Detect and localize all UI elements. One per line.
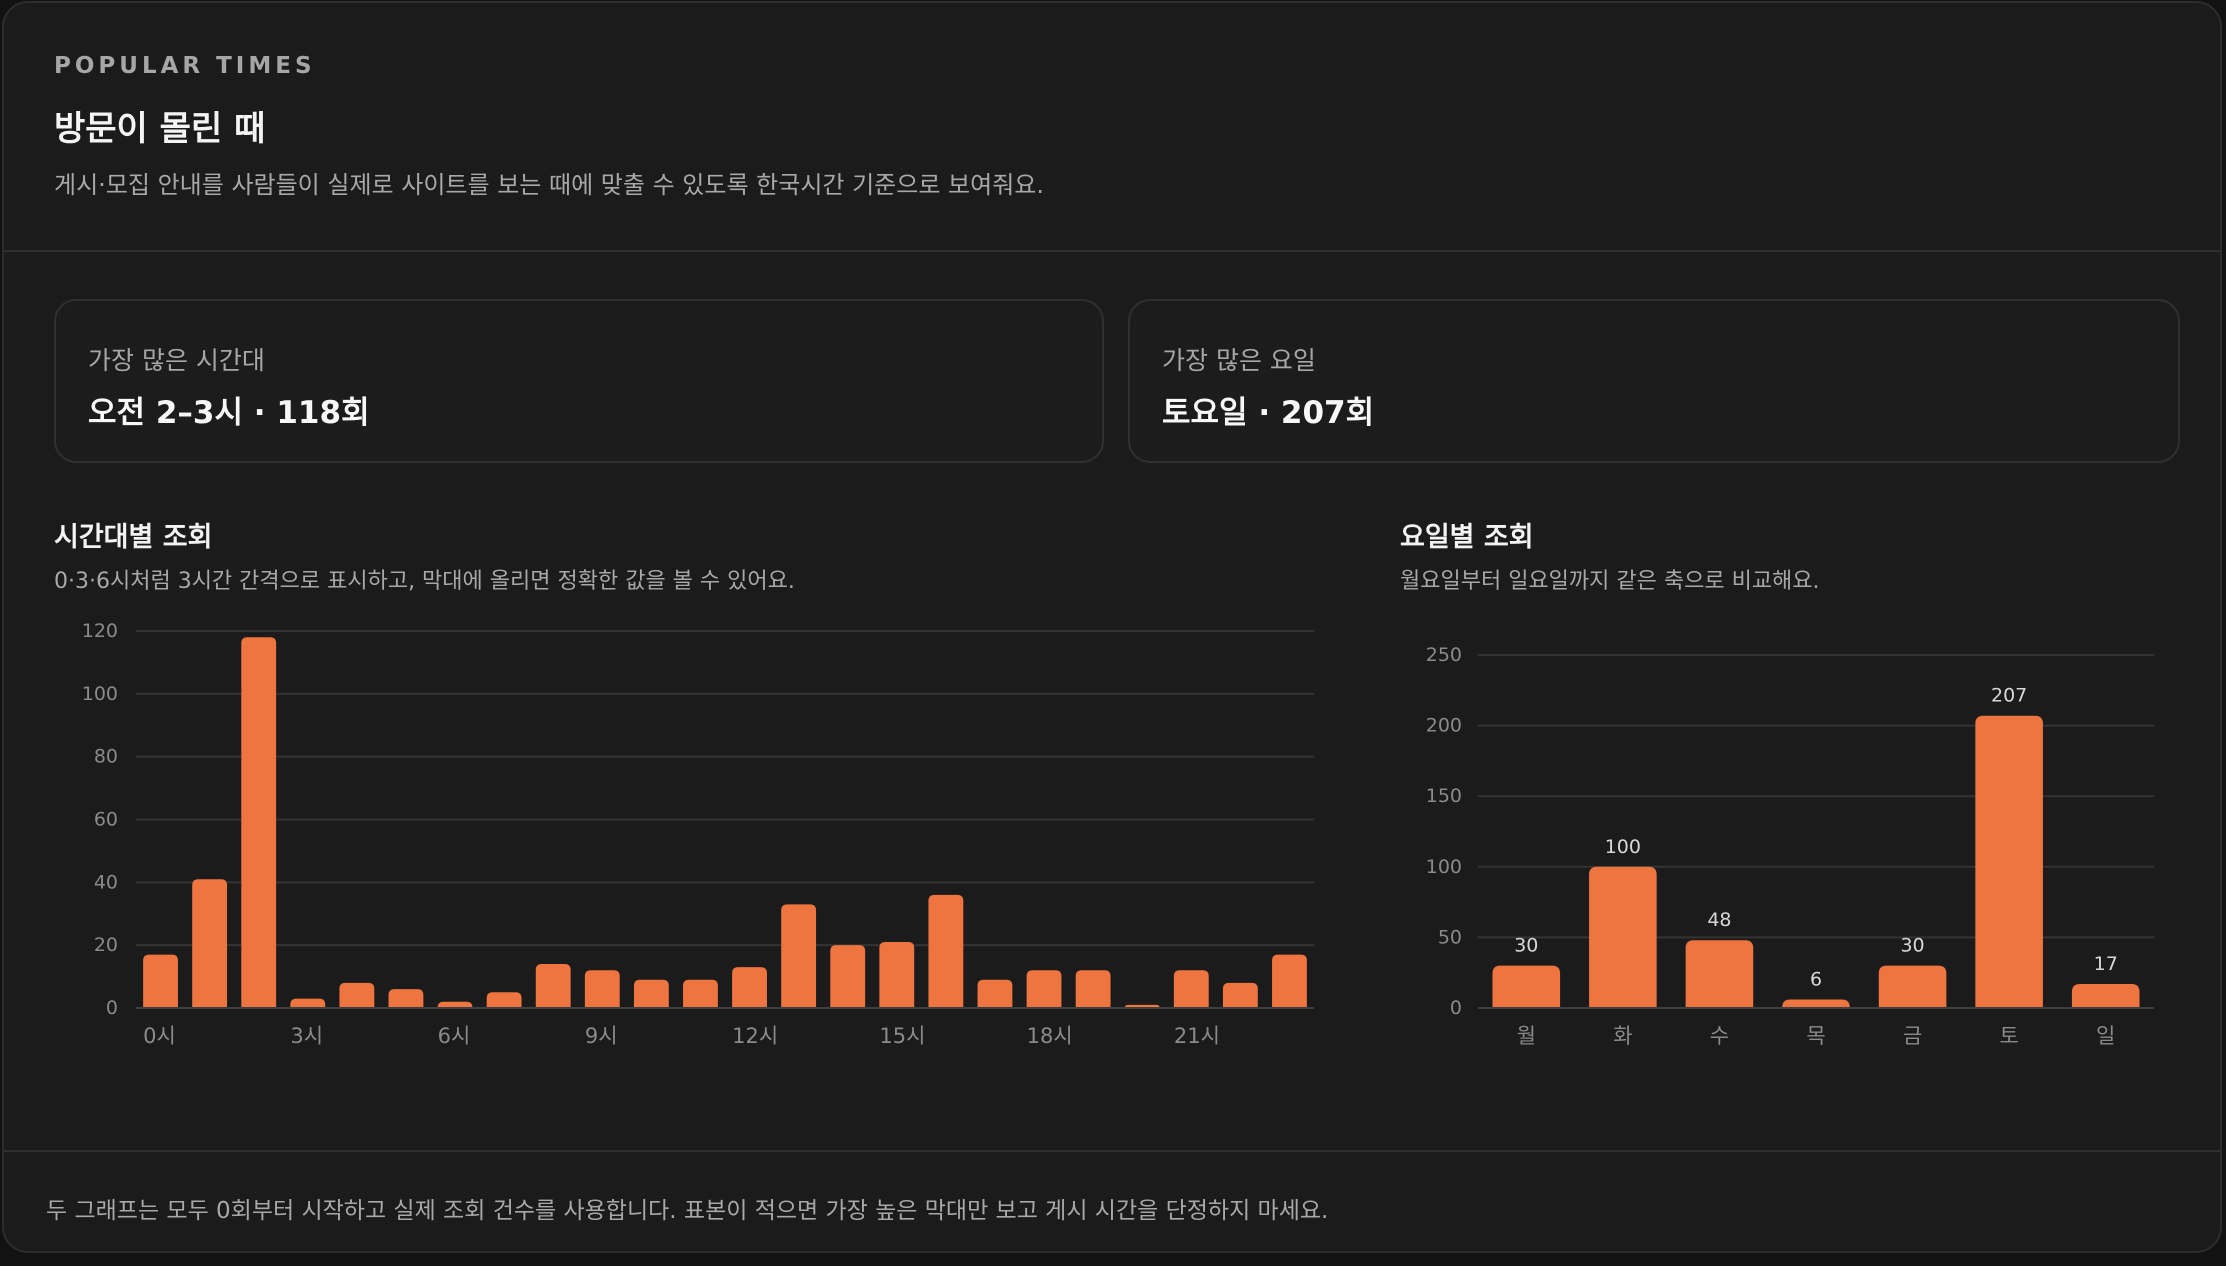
data-label: 30 — [1514, 935, 1538, 957]
x-tick-label: 일 — [2096, 1024, 2115, 1048]
x-tick-label: 수 — [1710, 1024, 1729, 1048]
data-label: 48 — [1707, 909, 1731, 931]
data-label: 207 — [1991, 685, 2027, 707]
y-tick-label: 50 — [1438, 926, 1462, 948]
popular-times-card: POPULAR TIMES 방문이 몰린 때 게시·모집 안내를 사람들이 실제… — [2, 1, 2222, 1253]
bar — [1782, 999, 1850, 1008]
y-tick-label: 0 — [1450, 997, 1462, 1019]
data-label: 100 — [1605, 836, 1641, 858]
y-tick-label: 150 — [1426, 785, 1462, 807]
daily-bar-chart: 0 50 100 150 200 250 30 100 48 6 30 207 17 월 화 수 목 금 토 일 — [1426, 644, 2154, 1048]
data-label: 6 — [1810, 969, 1822, 991]
bar — [2071, 983, 2140, 1008]
y-tick-label: 100 — [1426, 856, 1462, 878]
x-tick-label: 금 — [1903, 1024, 1922, 1048]
bar — [1492, 965, 1561, 1008]
x-tick-label: 월 — [1517, 1024, 1536, 1048]
bar — [1589, 866, 1657, 1008]
data-label: 30 — [1900, 935, 1924, 957]
bar — [1685, 940, 1754, 1008]
y-tick-label: 200 — [1426, 715, 1462, 737]
bar — [1878, 965, 1947, 1008]
bar — [1975, 715, 2043, 1008]
data-label: 17 — [2094, 953, 2118, 975]
x-tick-label: 화 — [1613, 1024, 1632, 1048]
card-footer: 두 그래프는 모두 0회부터 시작하고 실제 조회 건수를 사용합니다. 표본이… — [4, 1150, 2220, 1251]
x-tick-label: 목 — [1806, 1024, 1825, 1048]
x-tick-label: 토 — [1999, 1024, 2018, 1048]
footer-note: 두 그래프는 모두 0회부터 시작하고 실제 조회 건수를 사용합니다. 표본이… — [46, 1198, 1329, 1224]
y-tick-label: 250 — [1426, 644, 1462, 666]
